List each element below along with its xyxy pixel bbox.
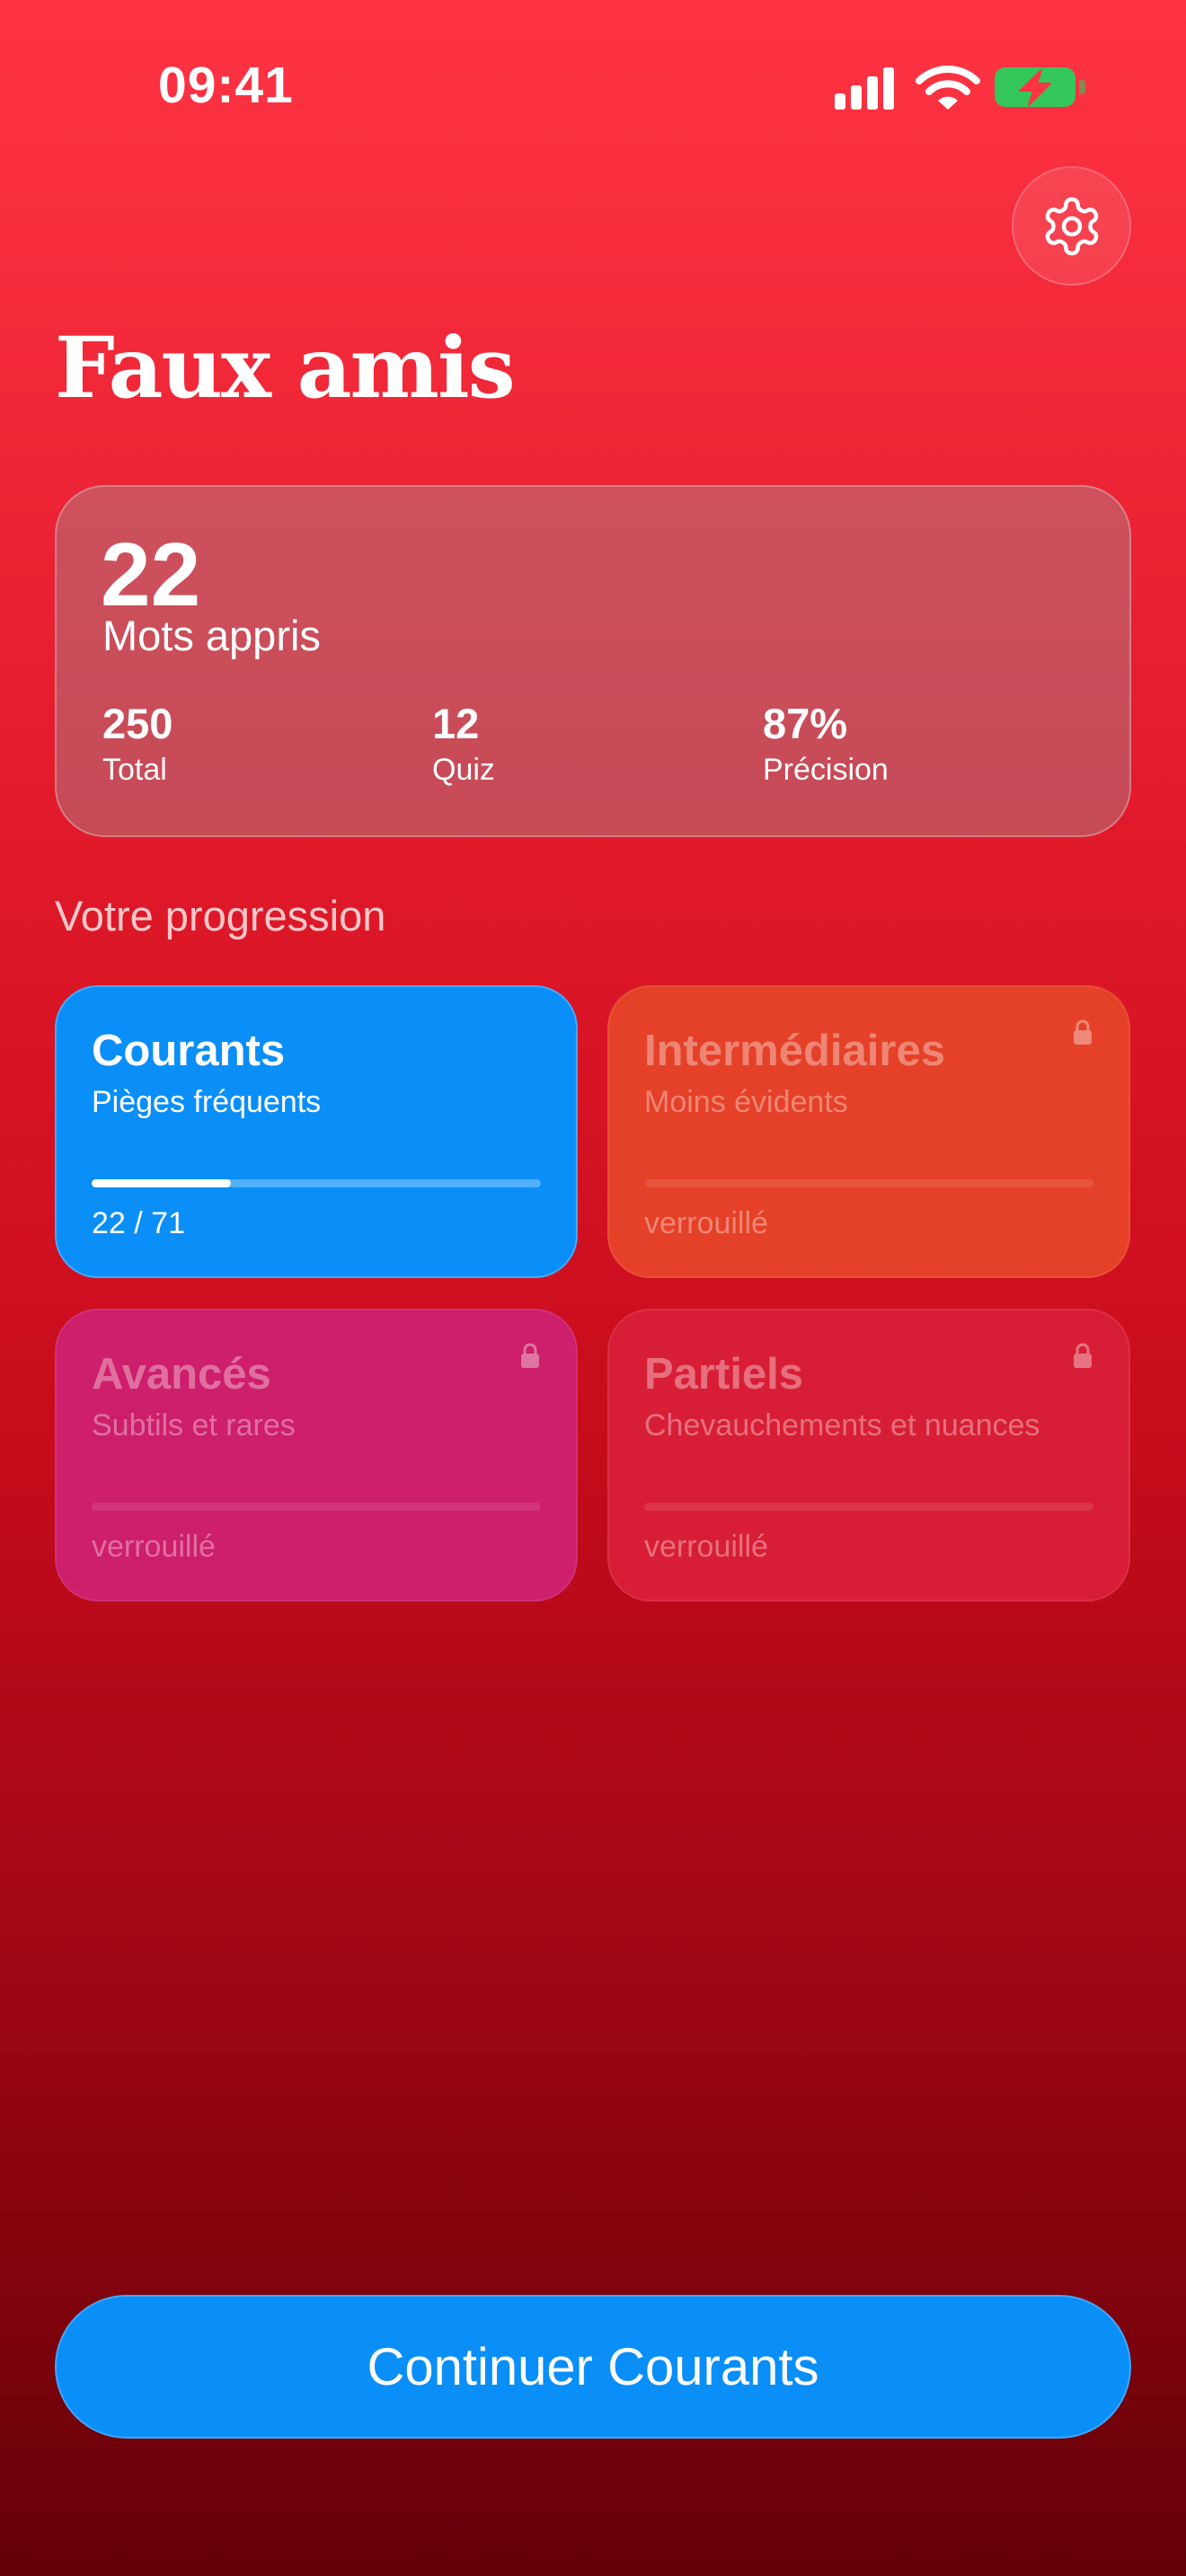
level-title: Intermédiaires bbox=[644, 1027, 945, 1075]
stat-total-label: Total bbox=[102, 753, 167, 787]
level-footer: 22 / 71 bbox=[92, 1206, 185, 1240]
lock-icon bbox=[521, 1343, 539, 1368]
level-title: Avancés bbox=[92, 1350, 271, 1398]
progress-track bbox=[92, 1179, 541, 1187]
progress-track bbox=[92, 1503, 541, 1511]
learned-label: Mots appris bbox=[102, 612, 321, 659]
lock-icon bbox=[1074, 1019, 1092, 1045]
stat-precision-value: 87% bbox=[763, 700, 848, 747]
status-time: 09:41 bbox=[158, 57, 294, 114]
progress-track bbox=[644, 1503, 1093, 1511]
level-title: Partiels bbox=[644, 1350, 804, 1398]
level-footer: verrouillé bbox=[644, 1206, 768, 1240]
level-title: Courants bbox=[92, 1027, 286, 1075]
battery-charging-icon bbox=[995, 67, 1085, 107]
wifi-icon bbox=[916, 66, 980, 110]
settings-button[interactable] bbox=[1012, 166, 1131, 286]
level-subtitle: Pièges fréquents bbox=[92, 1085, 322, 1119]
stat-total-value: 250 bbox=[102, 700, 173, 747]
progress-fill bbox=[92, 1179, 231, 1187]
section-label: Votre progression bbox=[55, 892, 386, 940]
status-icons bbox=[831, 63, 1092, 113]
page-title: Faux amis bbox=[55, 319, 516, 418]
continue-button[interactable]: Continuer Courants bbox=[55, 2295, 1131, 2439]
stat-quiz-value: 12 bbox=[432, 700, 480, 747]
level-footer: verrouillé bbox=[92, 1530, 216, 1564]
level-subtitle: Moins évidents bbox=[644, 1085, 848, 1119]
stat-quiz-label: Quiz bbox=[432, 753, 495, 787]
gear-icon bbox=[1045, 197, 1098, 255]
progress-track bbox=[644, 1179, 1093, 1187]
level-footer: verrouillé bbox=[644, 1530, 768, 1564]
level-subtitle: Subtils et rares bbox=[92, 1408, 296, 1442]
lock-icon bbox=[1074, 1343, 1092, 1368]
level-subtitle: Chevauchements et nuances bbox=[644, 1408, 1040, 1442]
stat-precision-label: Précision bbox=[763, 753, 889, 787]
stats-card bbox=[55, 485, 1131, 837]
learned-count: 22 bbox=[101, 525, 201, 625]
